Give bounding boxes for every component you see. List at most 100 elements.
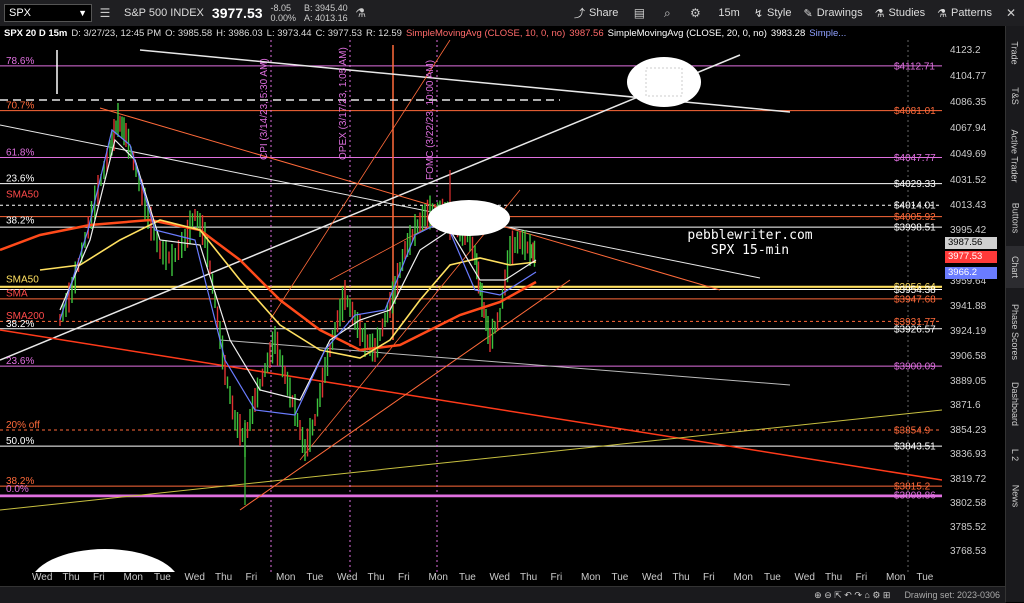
search-icon[interactable]: ⌕ (658, 4, 676, 22)
fib-label: SMA50 (6, 190, 39, 201)
y-tick-label: 4123.2 (950, 45, 981, 56)
price-axis[interactable]: 4123.2 4104.77 4086.35 4067.94 4049.69 4031.5… (942, 40, 1006, 572)
highlight-ellipse[interactable] (428, 200, 510, 236)
y-tick-label: 4031.52 (950, 174, 987, 186)
x-tick-label: Mon (733, 572, 753, 583)
legend-sma20-value: 3983.28 (770, 27, 806, 39)
drawings-button[interactable]: ✎ Drawings (804, 7, 863, 20)
right-tab-label: Trade (1010, 41, 1020, 65)
right-tab-l-2[interactable]: L 2 (1006, 441, 1024, 469)
fib-label: 70.7% (6, 101, 34, 112)
x-tick-label: Mon (428, 572, 448, 583)
right-tab-label: Buttons (1010, 202, 1020, 234)
x-tick-label: Fri (855, 572, 868, 583)
right-tab-dashboard[interactable]: Dashboard (1006, 376, 1024, 432)
x-tick-label: Fri (703, 572, 715, 583)
symbol-menu-icon[interactable]: ☰ (96, 4, 114, 22)
x-tick-label: Wed (642, 572, 663, 583)
right-tab-label: L 2 (1010, 448, 1020, 462)
legend-date: D: 3/27/23, 12:45 PM (71, 27, 162, 39)
x-tick-label: Thu (367, 572, 385, 583)
pencil-icon: ✎ (803, 7, 813, 20)
level-label: $3998.51 (894, 223, 936, 234)
level-label: $3854.9 (894, 425, 931, 436)
x-tick-label: Thu (215, 572, 233, 583)
bid-value: B: 3945.40 (304, 3, 348, 13)
y-tick-label: 4067.94 (950, 123, 987, 135)
y-tick-label: 3836.93 (950, 449, 987, 461)
x-tick-label: Thu (672, 572, 690, 583)
y-tick-label: 3906.58 (950, 350, 987, 362)
style-button[interactable]: ↯ Style (754, 7, 792, 20)
right-tab-phase-scores[interactable]: Phase Scores (1006, 296, 1024, 368)
highlight-ellipse[interactable] (627, 57, 701, 107)
level-label: $3926.57 (894, 324, 936, 335)
change-percent: 0.00% (270, 13, 297, 23)
print-icon[interactable]: ▤ (630, 4, 648, 22)
top-toolbar: SPX ▼ ☰ S&P 500 INDEX 3977.53 -8.05 0.00… (0, 0, 1024, 27)
x-tick-label: Tue (306, 572, 324, 583)
right-tab-active-trader[interactable]: Active Trader (1006, 124, 1024, 188)
symbol-selector[interactable]: SPX ▼ (4, 4, 92, 22)
x-tick-label: Mon (581, 572, 601, 583)
fib-label: SMA (6, 288, 28, 299)
studies-button[interactable]: ⚗ Studies (875, 7, 926, 20)
change-value: -8.05 (270, 3, 292, 13)
x-tick-label: Fri (245, 572, 258, 583)
right-tab-label: Active Trader (1010, 129, 1020, 183)
right-tab-label: T&S (1009, 87, 1020, 105)
time-axis[interactable]: Wed Thu Fri Mon Tue Wed Thu Fri Mon Tue Wed Thu Fri M… (0, 572, 1006, 586)
share-button[interactable]: ⤴ Share (574, 5, 618, 21)
legend-high: H: 3986.03 (216, 27, 263, 39)
level-label: $4029.33 (894, 179, 936, 190)
price-tag: 3966.2 (945, 266, 997, 279)
status-bar: ⊕ ⊖ ⇱ ↶ ↷ ⌂ ⚙ ⊞ Drawing set: 2023-0306 (0, 586, 1006, 603)
right-tab-news[interactable]: News (1006, 476, 1024, 516)
right-tab-buttons[interactable]: Buttons (1006, 196, 1024, 240)
timeframe-button[interactable]: 15m (718, 7, 739, 19)
x-tick-label: Tue (764, 572, 781, 583)
x-tick-label: Fri (398, 572, 410, 583)
legend-sma20-label[interactable]: SimpleMovingAvg (CLOSE, 20, 0, no) (608, 28, 767, 39)
price-tag: 3987.56 (945, 236, 997, 249)
share-icon: ⤴ (574, 8, 586, 20)
legend-range: R: 12.59 (366, 27, 402, 39)
legend-more[interactable]: Simple... (809, 28, 846, 39)
right-tab-chart[interactable]: Chart (1006, 246, 1024, 288)
change-block: -8.05 0.00% (271, 3, 297, 23)
event-label: FOMC (3/22/23, 10:00 AM) (425, 60, 436, 180)
x-tick-label: Wed (32, 572, 53, 583)
drawing-set-label[interactable]: Drawing set: 2023-0306 (904, 590, 1000, 600)
chart-legend: SPX 20 D 15m D: 3/27/23, 12:45 PM O: 398… (0, 26, 1006, 40)
x-tick-label: Wed (184, 572, 205, 583)
chart-style-icon: ↯ (753, 7, 764, 20)
fib-label: 23.6% (6, 174, 34, 185)
right-tab-label: Chart (1010, 255, 1021, 279)
legend-open: O: 3985.58 (165, 27, 213, 39)
fib-label: 61.8% (6, 148, 34, 159)
x-tick-label: Tue (459, 572, 476, 583)
y-tick-label: 3768.53 (950, 546, 987, 557)
right-tab-label: Phase Scores (1010, 303, 1020, 361)
right-tab-t-s[interactable]: T&S (1006, 78, 1024, 114)
x-tick-label: Mon (123, 572, 143, 583)
y-tick-label: 3785.52 (950, 522, 987, 533)
event-label: CPI (3/14/23, 5:30 AM) (259, 58, 270, 160)
bid-ask-block: B: 3945.40 A: 4013.16 (304, 3, 348, 23)
zoom-icons[interactable]: ⊕ ⊖ ⇱ ↶ ↷ ⌂ ⚙ ⊞ (814, 590, 890, 601)
flask-icon[interactable]: ⚗ (352, 4, 370, 22)
close-icon[interactable]: ✕ (1002, 4, 1020, 22)
x-tick-label: Wed (337, 572, 358, 583)
fib-label: 78.6% (6, 56, 34, 67)
right-tab-trade[interactable]: Trade (1006, 34, 1024, 72)
level-label: $4014.01 (894, 201, 936, 212)
level-label: $4112.71 (894, 61, 935, 72)
fib-label: SMA50 (6, 274, 39, 285)
patterns-button[interactable]: ⚗ Patterns (937, 7, 992, 20)
gear-icon[interactable]: ⚙ (686, 4, 704, 22)
x-tick-label: Mon (886, 572, 906, 583)
y-tick-label: 4086.35 (950, 97, 987, 109)
price-chart[interactable]: 78.6%70.7%61.8%23.6%SMA5038.2%SMA50SMASM… (0, 40, 942, 572)
y-tick-label: 4104.77 (950, 71, 987, 83)
legend-sma10-label[interactable]: SimpleMovingAvg (CLOSE, 10, 0, no) (406, 28, 565, 39)
